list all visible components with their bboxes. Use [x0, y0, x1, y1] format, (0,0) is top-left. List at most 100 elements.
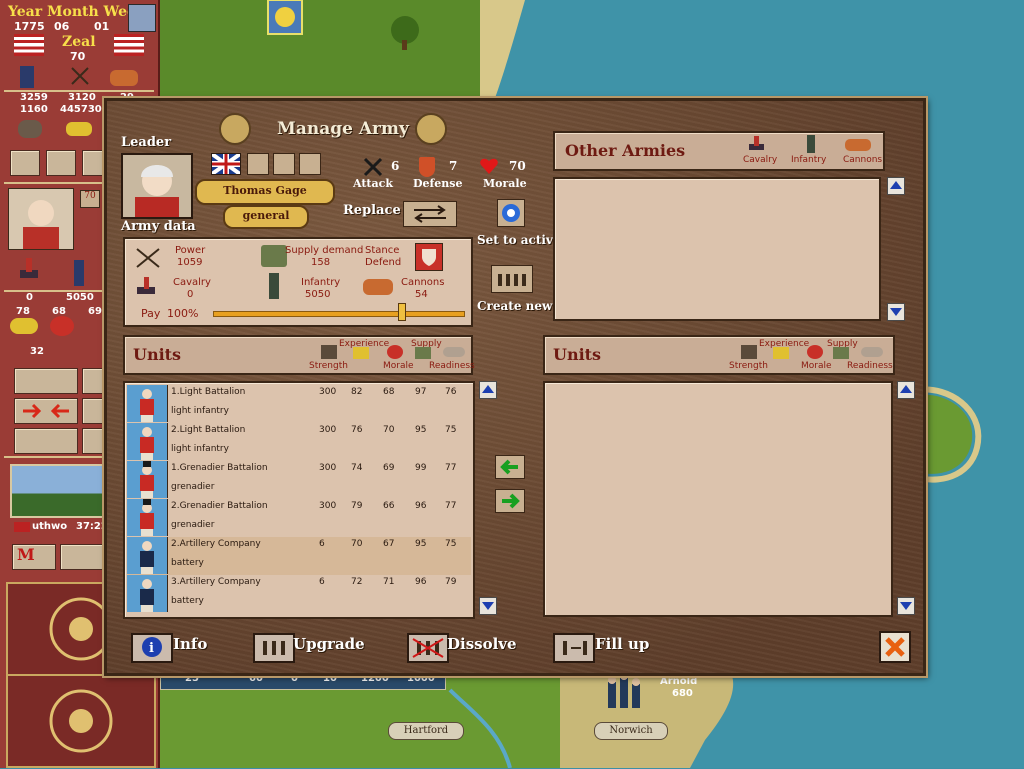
col-morale[interactable]: Morale: [801, 361, 832, 371]
unit-row[interactable]: 2.Artillery Company battery 6 70 67 95 75: [127, 537, 471, 575]
menu-button[interactable]: M: [12, 544, 56, 570]
unit-row[interactable]: 3.Artillery Company battery 6 72 71 96 79: [127, 575, 471, 613]
unit-experience: 72: [351, 577, 363, 587]
artillery-unit-portrait: [127, 537, 168, 574]
army-value: 0: [26, 292, 33, 303]
move-arrows-button[interactable]: [14, 398, 78, 424]
transfer-left-button[interactable]: [495, 455, 525, 479]
scroll-down-button[interactable]: [479, 597, 497, 615]
stat-value: 78: [16, 306, 30, 317]
experience-icon: [773, 347, 789, 359]
flag-button[interactable]: [46, 150, 76, 176]
unit-row[interactable]: 1.Light Battalion light infantry 300 82 68 97…: [127, 385, 471, 423]
units-list-right[interactable]: [543, 381, 893, 617]
resource-value: 3259: [20, 92, 48, 103]
option-button[interactable]: [82, 150, 106, 176]
tool-button[interactable]: [82, 428, 106, 454]
leader-name-plaque: Thomas Gage: [195, 179, 335, 205]
scroll-down-button[interactable]: [887, 303, 905, 321]
col-infantry[interactable]: Infantry: [791, 155, 826, 165]
supply-icon: [415, 347, 431, 359]
ornament-panel: [6, 674, 156, 768]
leader-portrait-small[interactable]: [8, 188, 74, 250]
create-new-button[interactable]: [491, 265, 533, 293]
transfer-right-button[interactable]: [495, 489, 525, 513]
dissolve-label[interactable]: Dissolve: [447, 635, 517, 653]
cavalry-icon: [18, 256, 40, 284]
cannons-label: Cannons: [401, 277, 445, 288]
fort-icon[interactable]: [273, 153, 295, 175]
leader-portrait[interactable]: [121, 153, 193, 219]
unit-readiness: 75: [445, 425, 457, 435]
side-arrow-button[interactable]: [82, 398, 106, 424]
merge-armies-button[interactable]: [14, 368, 78, 394]
scroll-down-button[interactable]: [897, 597, 915, 615]
pay-slider-track[interactable]: [213, 311, 465, 317]
city-label-norwich[interactable]: Norwich: [594, 722, 668, 740]
us-flag-icon: [114, 34, 144, 56]
other-armies-list[interactable]: [553, 177, 881, 321]
zeal-label: Zeal: [62, 34, 96, 50]
attack-label: Attack: [353, 177, 393, 190]
supply-label: Supply demand: [285, 245, 364, 256]
army-list-button[interactable]: [10, 150, 40, 176]
upgrade-button[interactable]: [253, 633, 295, 663]
units-list-left[interactable]: 1.Light Battalion light infantry 300 82 68 97…: [123, 381, 475, 619]
morale-value: 70: [509, 159, 526, 173]
morale-icon: [807, 345, 823, 359]
unit-row[interactable]: 1.Grenadier Battalion grenadier 300 74 69 99 7…: [127, 461, 471, 499]
dissolve-button[interactable]: [407, 633, 449, 663]
stat-value: 69: [88, 306, 102, 317]
replace-leader-button[interactable]: [403, 201, 457, 227]
flag-action-button[interactable]: [82, 368, 106, 394]
soldier-group-icon: [608, 672, 640, 708]
col-morale[interactable]: Morale: [383, 361, 414, 371]
col-readiness[interactable]: Readiness: [429, 361, 475, 371]
unit-name: 3.Artillery Company: [171, 577, 261, 587]
infantry-icon: [74, 260, 84, 286]
col-strength[interactable]: Strength: [309, 361, 348, 371]
unit-type-icon[interactable]: [247, 153, 269, 175]
col-readiness[interactable]: Readiness: [847, 361, 893, 371]
stance-defend-button[interactable]: [415, 243, 443, 271]
scroll-up-button[interactable]: [887, 177, 905, 195]
close-button[interactable]: [879, 631, 911, 663]
unit-experience: 70: [351, 539, 363, 549]
pay-slider-thumb[interactable]: [397, 303, 406, 321]
set-active-button[interactable]: [497, 199, 525, 227]
info-label[interactable]: Info: [173, 635, 207, 653]
scroll-up-button[interactable]: [479, 381, 497, 399]
unit-readiness: 76: [445, 387, 457, 397]
unit-name: 2.Light Battalion: [171, 425, 246, 435]
leader-name: Thomas Gage: [223, 184, 307, 197]
col-cannons[interactable]: Cannons: [843, 155, 882, 165]
infantry-icon: [807, 135, 815, 153]
diplomacy-flags-button[interactable]: [60, 544, 104, 570]
british-flag-icon: [210, 152, 242, 176]
fill-up-label[interactable]: Fill up: [595, 635, 649, 653]
infantry-icon: [20, 66, 34, 88]
unit-name: 2.Artillery Company: [171, 539, 261, 549]
pay-value: 100%: [167, 307, 199, 320]
grenadier-unit-portrait: [127, 499, 168, 536]
unit-row[interactable]: 2.Light Battalion light infantry 300 76 70 95…: [127, 423, 471, 461]
attack-button[interactable]: [14, 428, 78, 454]
infantry-label: Infantry: [301, 277, 341, 288]
col-cavalry[interactable]: Cavalry: [743, 155, 777, 165]
upgrade-label[interactable]: Upgrade: [293, 635, 365, 653]
stance-label: Stance: [365, 245, 400, 256]
scroll-up-button[interactable]: [897, 381, 915, 399]
unit-name: 1.Light Battalion: [171, 387, 246, 397]
info-button[interactable]: i: [131, 633, 173, 663]
quill-icon[interactable]: [299, 153, 321, 175]
map-toggle-icon[interactable]: [128, 4, 156, 32]
army-marker-arnold[interactable]: [600, 672, 650, 722]
leader-label: Leader: [121, 135, 172, 150]
fill-up-button[interactable]: [553, 633, 595, 663]
close-icon: [885, 637, 905, 657]
infantry-icon: [269, 273, 279, 299]
city-label-hartford[interactable]: Hartford: [388, 722, 464, 740]
unit-row[interactable]: 2.Grenadier Battalion grenadier 300 79 66 96 7…: [127, 499, 471, 537]
strength-icon: [321, 345, 337, 359]
col-strength[interactable]: Strength: [729, 361, 768, 371]
